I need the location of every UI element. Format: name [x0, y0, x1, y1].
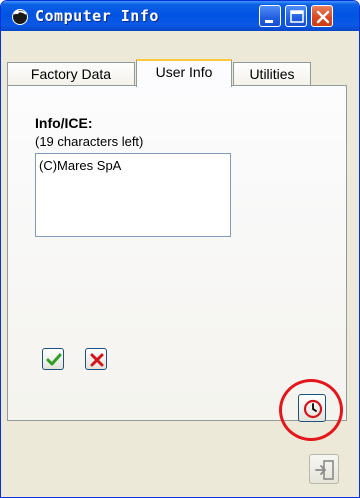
info-ice-label: Info/ICE: [35, 115, 93, 131]
maximize-button[interactable] [285, 5, 307, 27]
exit-button[interactable] [309, 454, 339, 484]
computer-info-window: Computer Info Factory Data User Info Uti… [0, 0, 360, 498]
info-ice-textarea[interactable]: (C)Mares SpA [35, 153, 231, 237]
minimize-button[interactable] [259, 5, 281, 27]
window-title: Computer Info [35, 7, 159, 25]
tab-factory-data[interactable]: Factory Data [7, 62, 135, 86]
close-button[interactable] [311, 5, 333, 27]
check-icon [46, 353, 62, 366]
highlight-circle [279, 379, 343, 441]
x-icon [90, 353, 104, 367]
title-bar[interactable]: Computer Info [1, 1, 359, 31]
tab-user-info[interactable]: User Info [136, 59, 232, 87]
exit-icon [315, 460, 334, 480]
app-icon [11, 7, 29, 25]
ok-button[interactable] [42, 348, 64, 370]
tab-utilities[interactable]: Utilities [233, 62, 311, 86]
characters-left-label: (19 characters left) [35, 134, 144, 149]
cancel-button[interactable] [85, 348, 107, 370]
